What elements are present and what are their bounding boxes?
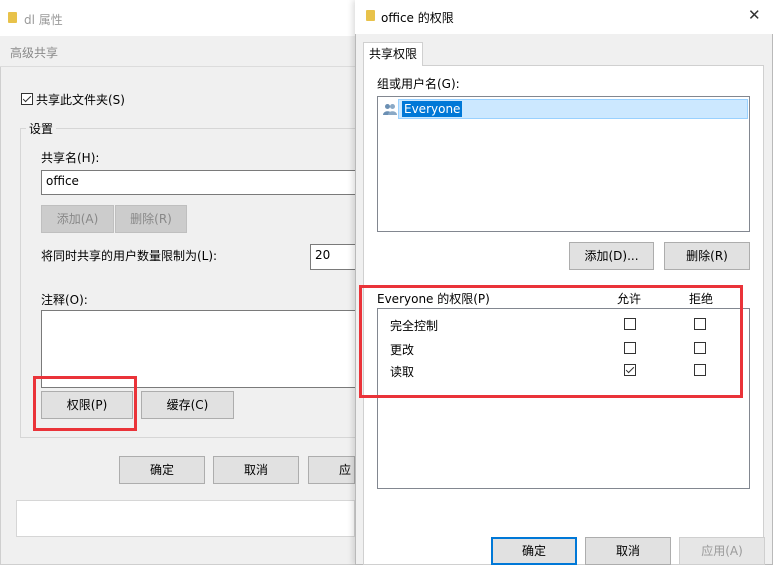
back-cancel-button[interactable]: 取消 — [213, 456, 299, 484]
user-limit-input[interactable]: 20 — [310, 244, 360, 270]
comment-label: 注释(O): — [41, 293, 88, 307]
remove-share-button[interactable]: 删除(R) — [115, 205, 187, 233]
ok-button[interactable]: 确定 — [491, 537, 577, 565]
advanced-sharing-title: 高级共享 — [10, 46, 59, 60]
share-name-input[interactable]: office — [41, 170, 361, 195]
cancel-button[interactable]: 取消 — [585, 537, 671, 565]
close-icon[interactable]: ✕ — [748, 6, 761, 24]
caching-button[interactable]: 缓存(C) — [141, 391, 234, 419]
permissions-title: office 的权限 — [381, 11, 454, 25]
share-name-label: 共享名(H): — [41, 151, 100, 165]
add-share-button[interactable]: 添加(A) — [41, 205, 114, 233]
tab-share-permissions[interactable]: 共享权限 — [363, 42, 423, 66]
list-item-label: Everyone — [402, 101, 463, 117]
remove-user-button[interactable]: 删除(R) — [664, 242, 750, 270]
folder-icon — [366, 10, 375, 21]
list-item-everyone[interactable]: Everyone — [398, 99, 748, 119]
back-ok-button[interactable]: 确定 — [119, 456, 205, 484]
permissions-highlight — [359, 285, 743, 398]
permissions-highlight — [33, 376, 137, 431]
underlying-panel — [16, 500, 355, 537]
share-folder-label: 共享此文件夹(S) — [36, 93, 125, 107]
share-folder-checkbox[interactable] — [21, 93, 33, 105]
properties-title: dl 属性 — [24, 13, 63, 27]
apply-button[interactable]: 应用(A) — [679, 537, 765, 565]
add-user-button[interactable]: 添加(D)... — [569, 242, 654, 270]
folder-icon — [8, 12, 17, 23]
back-apply-button[interactable]: 应 — [308, 456, 355, 484]
group-users-label: 组或用户名(G): — [377, 77, 460, 91]
user-limit-label: 将同时共享的用户数量限制为(L): — [41, 249, 218, 263]
settings-group-label: 设置 — [26, 120, 57, 137]
users-icon — [383, 104, 397, 115]
